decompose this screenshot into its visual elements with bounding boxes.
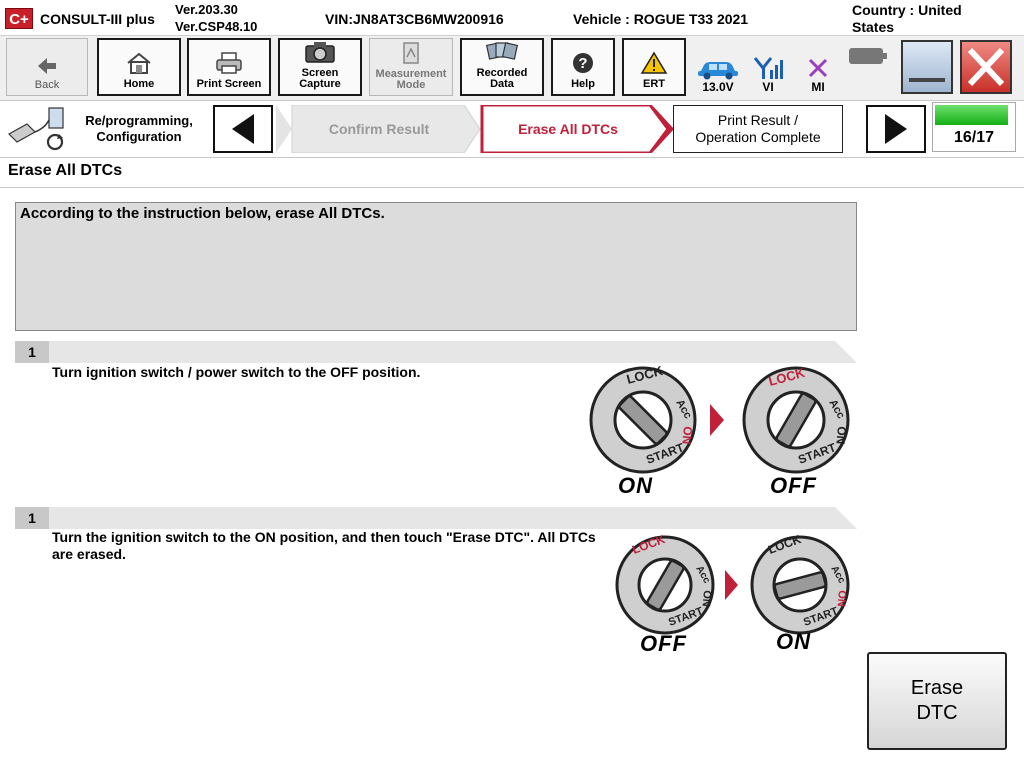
ert-button[interactable]: ERT	[622, 38, 686, 96]
category-label-1: Re/programming,	[85, 113, 193, 128]
back-label: Back	[34, 79, 60, 91]
category-label: Re/programming, Configuration	[78, 105, 200, 153]
ignition-label-off: OFF	[640, 631, 687, 656]
progress-text: 16/17	[953, 129, 995, 146]
erase-dtc-label-2: DTC	[916, 702, 958, 724]
back-button[interactable]: Back	[6, 38, 88, 96]
ignition-switch-on-icon: LOCK Acc ON START	[750, 532, 850, 635]
instruction-text: According to the instruction below, eras…	[20, 205, 385, 222]
arrow-right-icon	[725, 570, 738, 600]
ignition-label-on: ON	[776, 629, 811, 654]
help-icon: ?	[573, 53, 593, 73]
consult-logo-icon: C+	[5, 8, 33, 29]
car-icon	[698, 62, 738, 80]
svg-text:?: ?	[578, 55, 587, 72]
erase-dtc-label: Erase	[910, 677, 964, 699]
step-print-result-label-2: Operation Complete	[695, 129, 821, 145]
arrow-left-icon	[232, 114, 254, 144]
instruction-box: According to the instruction below, eras…	[15, 202, 857, 331]
battery-voltage-status: 13.0V	[693, 40, 743, 94]
step-progress: 16/17	[932, 102, 1016, 152]
ignition-switch-on-icon: LOCK Acc ON START	[589, 363, 697, 474]
category-label-2: Configuration	[96, 129, 182, 144]
printer-icon	[216, 52, 242, 74]
ignition-switch-off-icon: LOCK Acc ON START	[615, 532, 715, 635]
ert-label: ERT	[643, 78, 665, 90]
screen-capture-button[interactable]: Screen Capture	[278, 38, 362, 96]
recorded-data-button[interactable]: Recorded Data	[460, 38, 544, 96]
step-confirm-result: Confirm Result	[328, 120, 430, 137]
country-label-2: States	[852, 19, 895, 35]
app-version-csp: Ver.CSP48.10	[175, 19, 258, 34]
ignition-switch-off-icon: LOCK Acc ON START	[742, 365, 850, 474]
arrow-right-icon	[885, 114, 907, 144]
previous-step-button[interactable]	[213, 105, 273, 153]
step-number: 1	[15, 341, 49, 363]
recorded-data-icon	[485, 42, 519, 60]
step-header-2: 1	[15, 507, 857, 529]
vi-status: VI	[748, 40, 788, 94]
app-name: CONSULT-III plus	[40, 11, 155, 27]
erase-dtc-button[interactable]: Erase DTC	[867, 652, 1007, 750]
progress-bar-fill	[935, 105, 1008, 125]
title-divider	[0, 187, 1024, 188]
vin-label: VIN:JN8AT3CB6MW200916	[325, 11, 504, 27]
step-1-text: Turn ignition switch / power switch to t…	[52, 364, 421, 380]
country-label: Country : United	[852, 2, 962, 18]
help-button[interactable]: ? Help	[551, 38, 615, 96]
print-screen-label: Print Screen	[196, 78, 262, 90]
recorded-data-label-2: Data	[490, 78, 514, 90]
mi-label: MI	[811, 80, 825, 94]
minimize-icon	[909, 78, 945, 82]
home-button[interactable]: Home	[97, 38, 181, 96]
close-button[interactable]	[960, 40, 1012, 94]
step-number: 1	[15, 507, 49, 529]
ignition-label-on: ON	[618, 473, 653, 498]
vehicle-label: Vehicle : ROGUE T33 2021	[573, 11, 749, 27]
ignition-label-off: OFF	[770, 473, 817, 498]
screen-capture-label-2: Capture	[299, 78, 341, 90]
mi-disconnected-icon	[808, 58, 828, 78]
step-print-result: Print Result / Operation Complete	[673, 105, 843, 153]
arrow-right-icon	[710, 404, 724, 436]
camera-icon	[305, 42, 335, 63]
step-header-1: 1	[15, 341, 857, 363]
title-bar: C+ CONSULT-III plus Ver.203.30 Ver.CSP48…	[0, 0, 1024, 36]
home-label: Home	[123, 78, 155, 90]
mi-status: MI	[798, 40, 838, 94]
print-screen-button[interactable]: Print Screen	[187, 38, 271, 96]
back-arrow-icon	[38, 58, 56, 74]
warning-icon	[640, 51, 668, 74]
app-version: Ver.203.30	[175, 2, 238, 17]
step-bar-shape	[15, 507, 857, 529]
svg-text:ON: ON	[835, 590, 848, 608]
reprogramming-icon	[8, 107, 64, 151]
step-2-text: Turn the ignition switch to the ON posit…	[52, 529, 596, 562]
close-icon	[967, 47, 1005, 87]
svg-text:ON: ON	[679, 426, 695, 445]
minimize-button[interactable]	[901, 40, 953, 94]
step-navigation: Re/programming, Configuration Confirm Re…	[0, 100, 1024, 158]
measurement-mode-button[interactable]: Measurement Mode	[369, 38, 453, 96]
next-step-button[interactable]	[866, 105, 926, 153]
signal-icon	[753, 57, 783, 79]
page-title: Erase All DTCs	[8, 162, 123, 179]
battery-icon	[849, 48, 887, 64]
vi-label: VI	[762, 80, 774, 94]
svg-text:ON: ON	[700, 590, 713, 608]
toolbar: Back Home Print Screen Screen Capture Me…	[0, 36, 1024, 100]
svg-text:ON: ON	[833, 426, 849, 445]
step-bar-shape	[15, 341, 857, 363]
ignition-off-to-on-illustration: LOCK Acc ON START LOCK Acc ON START	[615, 532, 850, 635]
home-icon	[127, 52, 151, 74]
voltage-label: 13.0V	[702, 80, 734, 94]
help-label: Help	[571, 78, 595, 90]
measurement-label-2: Mode	[396, 79, 426, 91]
measurement-icon	[403, 42, 419, 64]
step-erase-all-dtcs: Erase All DTCs	[518, 120, 618, 137]
step-print-result-label: Print Result /	[717, 112, 799, 128]
battery-status	[845, 40, 891, 94]
